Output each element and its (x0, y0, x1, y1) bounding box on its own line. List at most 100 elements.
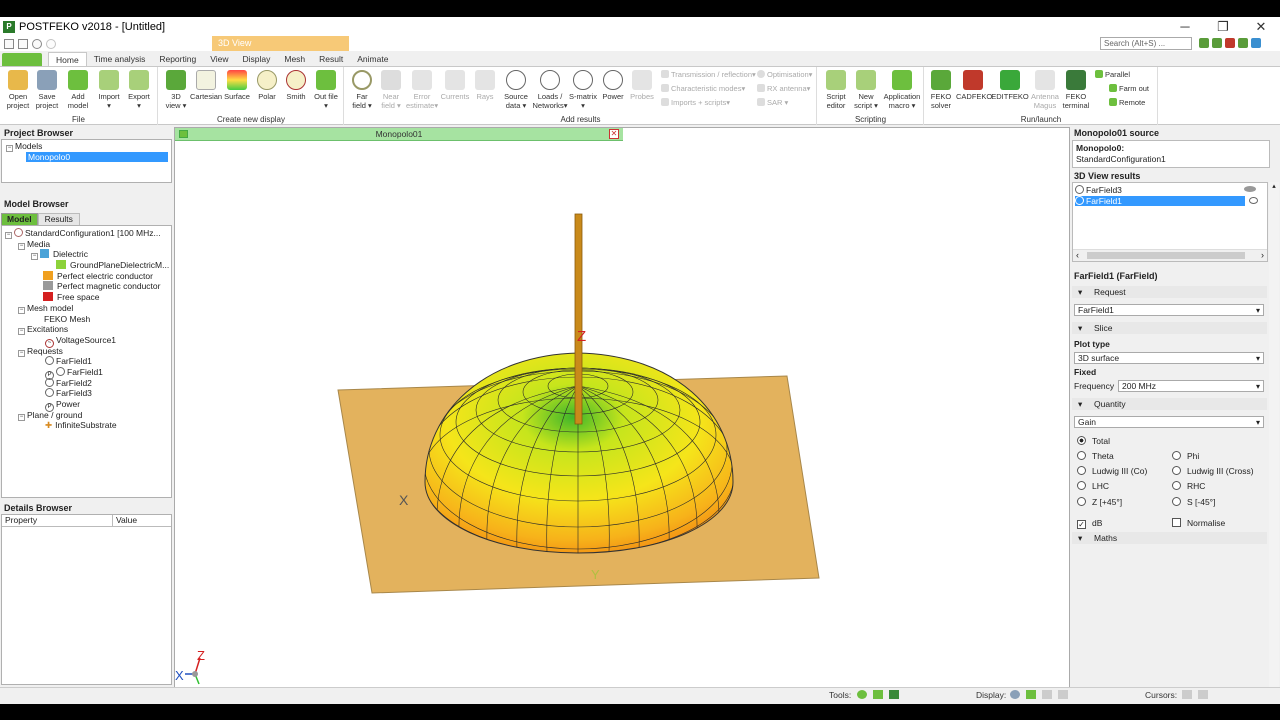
out-file-button[interactable]: Out file ▾ (311, 70, 341, 110)
normalise-checkbox[interactable]: Normalise (1172, 517, 1225, 529)
imports-scripts-button[interactable]: Imports + scripts▾ (661, 98, 730, 108)
remote-button[interactable]: Remote (1109, 98, 1145, 108)
tool-icon-3[interactable] (889, 690, 899, 699)
export-button[interactable]: Export ▾ (125, 70, 153, 110)
radio-ludwig-cross[interactable]: Ludwig III (Cross) (1172, 465, 1254, 477)
toolbar-icon-4[interactable] (1238, 38, 1248, 48)
new-script-button[interactable]: New script ▾ (851, 70, 881, 110)
rays-button[interactable]: Rays (472, 70, 498, 101)
tree-infinite-substrate[interactable]: ✚ InfiniteSubstrate (5, 420, 171, 431)
polar-button[interactable]: Polar (253, 70, 281, 101)
toolbar-icon-1[interactable] (1199, 38, 1209, 48)
tree-ground-dielectric[interactable]: GroundPlaneDielectricM... (5, 260, 171, 271)
editfeko-button[interactable]: EDITFEKO (991, 70, 1029, 101)
collapse-icon[interactable]: − (18, 242, 25, 250)
tree-root[interactable]: − StandardConfiguration1 [100 MHz... (5, 228, 171, 239)
tree-requests[interactable]: − Requests (5, 346, 171, 357)
toolbar-icon-2[interactable] (1212, 38, 1222, 48)
tree-plane-ground[interactable]: − Plane / ground (5, 410, 171, 421)
close-button[interactable]: ✕ (1242, 17, 1280, 36)
3d-view-button[interactable]: 3D view ▾ (162, 70, 190, 110)
s-matrix-button[interactable]: S-matrix ▾ (569, 70, 597, 110)
new-icon[interactable] (4, 38, 14, 49)
tree-farfield3[interactable]: FarField3 (5, 388, 171, 399)
display-icon-1[interactable] (1010, 690, 1020, 699)
quantity-section[interactable]: ▾ Quantity (1072, 398, 1267, 410)
feko-terminal-button[interactable]: FEKO terminal (1061, 70, 1091, 110)
currents-button[interactable]: Currents (439, 70, 471, 101)
save-icon[interactable] (18, 38, 28, 49)
add-model-button[interactable]: Add model (64, 70, 92, 110)
view-tab-monopolo01[interactable]: Monopolo01 ✕ (175, 128, 623, 141)
radio-phi[interactable]: Phi (1172, 450, 1199, 462)
application-macro-button[interactable]: Application macro ▾ (881, 70, 923, 110)
help-icon[interactable] (1251, 38, 1261, 48)
surface-button[interactable]: Surface (222, 70, 252, 101)
radio-total[interactable]: Total (1077, 435, 1110, 447)
probes-button[interactable]: Probes (628, 70, 656, 101)
far-field-button[interactable]: Far field ▾ (348, 70, 376, 110)
plot-type-dropdown[interactable]: 3D surface (1074, 352, 1264, 364)
tab-mesh[interactable]: Mesh (277, 52, 312, 66)
collapse-icon[interactable]: − (31, 253, 38, 261)
search-input[interactable]: Search (Alt+S) ... (1100, 37, 1192, 50)
radio-theta[interactable]: Theta (1077, 450, 1114, 462)
parallel-button[interactable]: Parallel (1095, 70, 1130, 80)
tab-reporting[interactable]: Reporting (152, 52, 203, 66)
result-farfield3[interactable]: FarField3 (1075, 185, 1122, 195)
tool-icon-2[interactable] (873, 690, 883, 699)
tab-home[interactable]: Home (48, 52, 87, 66)
tree-media[interactable]: − Media (5, 239, 171, 250)
collapse-icon[interactable]: − (18, 413, 25, 421)
open-project-button[interactable]: Open project (4, 70, 32, 110)
source-data-button[interactable]: Source data ▾ (501, 70, 531, 110)
property-column-header[interactable]: Property (2, 515, 113, 526)
tab-display[interactable]: Display (235, 52, 277, 66)
radio-z-plus45[interactable]: Z [+45°] (1077, 496, 1122, 508)
frequency-dropdown[interactable]: 200 MHz (1118, 380, 1264, 392)
collapse-icon[interactable]: − (18, 306, 25, 314)
optimisation-button[interactable]: Optimisation▾ (757, 70, 812, 80)
maximize-button[interactable]: ❐ (1204, 17, 1242, 36)
cartesian-button[interactable]: Cartesian (190, 70, 222, 101)
model-monopolo0[interactable]: Monopolo0 (6, 151, 171, 163)
display-icon-4[interactable] (1058, 690, 1068, 699)
cursor-icon-2[interactable] (1198, 690, 1208, 699)
vertical-scrollbar[interactable]: ▴ (1269, 182, 1279, 692)
tree-excitations[interactable]: − Excitations (5, 324, 171, 336)
smith-button[interactable]: Smith (282, 70, 310, 101)
models-node[interactable]: − Models (6, 141, 171, 152)
save-project-button[interactable]: Save project (33, 70, 61, 110)
transmission-reflection-button[interactable]: Transmission / reflection▾ (661, 70, 756, 80)
quantity-dropdown[interactable]: Gain (1074, 416, 1264, 428)
result-farfield1[interactable]: FarField1 (1075, 196, 1245, 206)
tree-free-space[interactable]: Free space (5, 292, 171, 303)
request-dropdown[interactable]: FarField1 (1074, 304, 1264, 316)
display-icon-2[interactable] (1026, 690, 1036, 699)
tree-feko-mesh[interactable]: FEKO Mesh (5, 314, 171, 325)
script-editor-button[interactable]: Script editor (821, 70, 851, 110)
undo-icon[interactable] (32, 38, 42, 49)
file-menu-button[interactable] (2, 53, 42, 66)
tree-voltage-source[interactable]: ~ VoltageSource1 (5, 335, 171, 348)
collapse-icon[interactable]: − (18, 349, 25, 357)
visibility-icon[interactable] (1249, 197, 1258, 204)
radio-lhc[interactable]: LHC (1077, 480, 1109, 492)
tree-dielectric[interactable]: − Dielectric (5, 249, 171, 261)
characteristic-modes-button[interactable]: Characteristic modes▾ (661, 84, 745, 94)
radio-ludwig-co[interactable]: Ludwig III (Co) (1077, 465, 1147, 477)
sar-button[interactable]: SAR ▾ (757, 98, 788, 108)
collapse-icon[interactable]: − (18, 328, 25, 336)
toolbar-icon-3[interactable] (1225, 38, 1235, 48)
tree-farfield2[interactable]: FarField2 (5, 377, 171, 389)
scroll-thumb[interactable] (1087, 252, 1245, 259)
tree-farfield1-b[interactable]: P FarField1 (5, 366, 171, 380)
loads-networks-button[interactable]: Loads / Networks▾ (531, 70, 569, 110)
cursor-icon-1[interactable] (1182, 690, 1192, 699)
cadfeko-button[interactable]: CADFEKO (956, 70, 992, 101)
horizontal-scrollbar[interactable]: ‹ › (1073, 249, 1267, 261)
db-checkbox[interactable]: ✓ dB (1077, 517, 1102, 529)
tool-icon-1[interactable] (857, 690, 867, 699)
redo-icon[interactable] (46, 38, 56, 49)
import-button[interactable]: Import ▾ (95, 70, 123, 110)
